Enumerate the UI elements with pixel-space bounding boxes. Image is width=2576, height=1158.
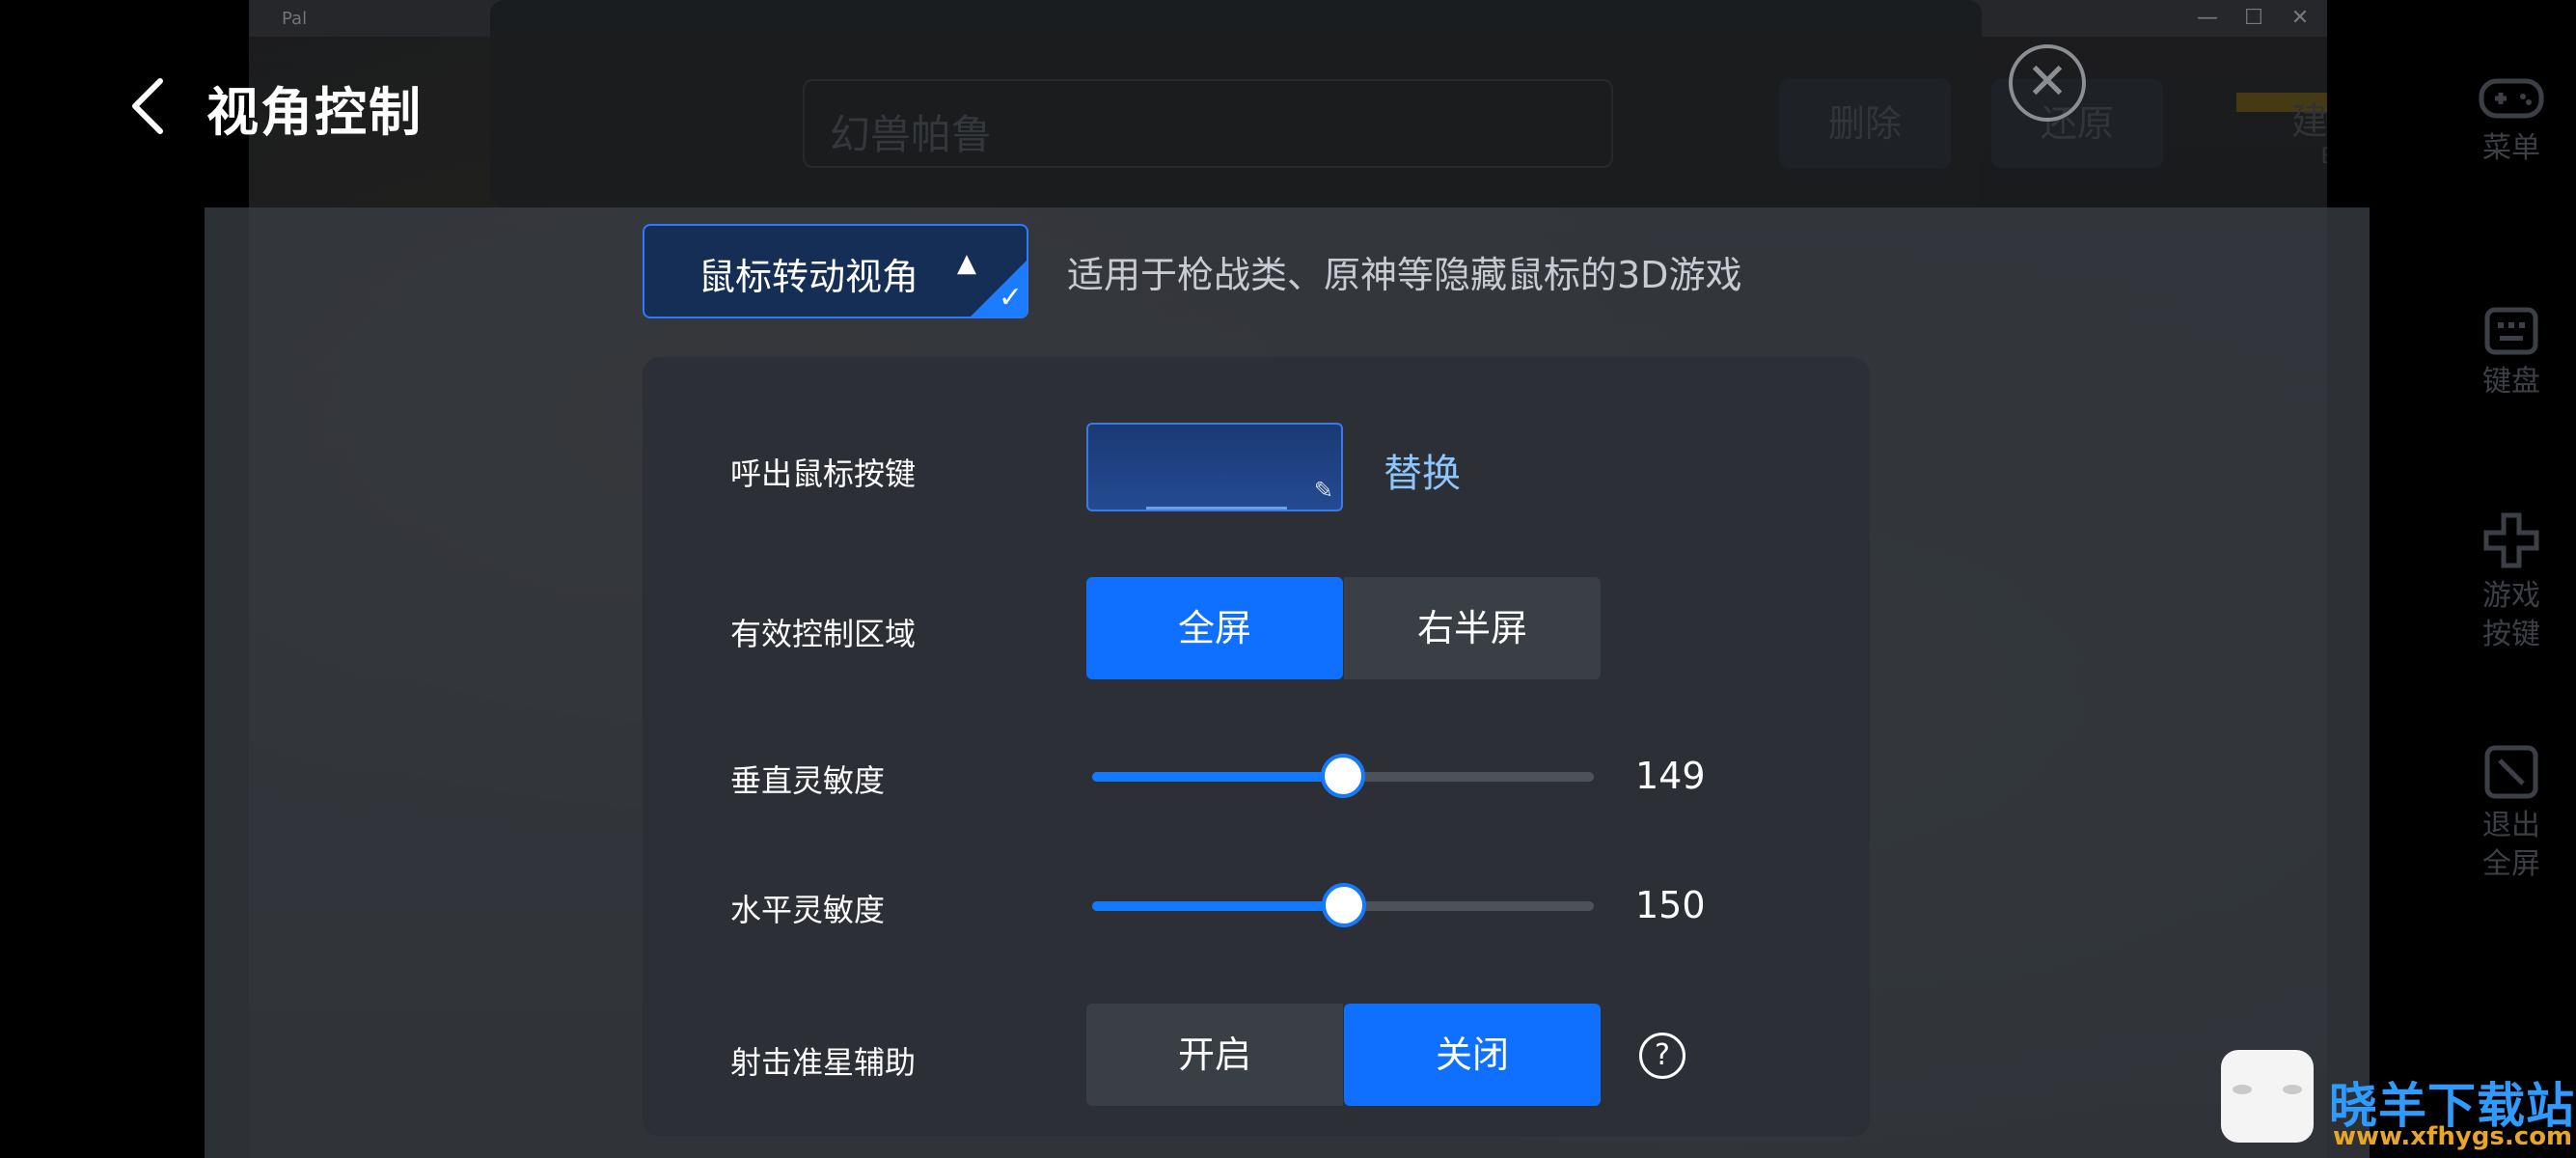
sidebar-label: 菜单: [2482, 131, 2540, 165]
dpad-icon: [2483, 512, 2539, 568]
sidebar-item-menu[interactable]: 菜单: [2447, 73, 2576, 168]
close-icon[interactable]: ✕: [2009, 44, 2086, 122]
watermark-logo: [2221, 1050, 2314, 1143]
slider-fill: [1092, 901, 1345, 911]
slider-thumb[interactable]: [1321, 754, 1365, 798]
background-name-field: 幻兽帕鲁: [803, 79, 1613, 168]
background-build-key: B: [2236, 145, 2327, 169]
vertical-sensitivity-label: 垂直灵敏度: [730, 762, 886, 799]
background-key-editor: 幻兽帕鲁 删除 还原: [490, 0, 2163, 207]
pencil-icon: ✎: [1313, 477, 1333, 504]
background-delete-button: 删除: [1779, 79, 1951, 168]
replace-button[interactable]: 替换: [1384, 442, 1461, 498]
right-sidebar: 菜单 键盘 游戏 按键 退出 全屏: [2447, 0, 2576, 1158]
close-window-icon: ✕: [2290, 6, 2310, 30]
watermark-logo-ear: [2283, 1085, 2302, 1094]
chevron-left-icon: [132, 78, 163, 134]
watermark-logo-ear: [2233, 1085, 2252, 1094]
aim-assist-label: 射击准星辅助: [730, 1044, 917, 1081]
mode-dropdown-value: 鼠标转动视角: [699, 256, 919, 298]
keyboard-icon: [2484, 307, 2538, 355]
question-circle-icon[interactable]: ?: [1639, 1033, 1685, 1079]
hotkey-label: 呼出鼠标按键: [730, 455, 917, 492]
area-fullscreen-option[interactable]: 全屏: [1086, 577, 1343, 679]
page-title: 视角控制: [206, 82, 423, 143]
control-area-label: 有效控制区域: [730, 616, 917, 652]
gamepad-icon: [2479, 78, 2544, 119]
hotkey-input-underline: [1146, 507, 1287, 510]
area-right-half-option[interactable]: 右半屏: [1344, 577, 1601, 679]
mode-dropdown[interactable]: 鼠标转动视角 ▲ ✓: [643, 224, 1028, 318]
slider-fill: [1092, 772, 1343, 782]
aim-assist-off-option[interactable]: 关闭: [1344, 1004, 1601, 1106]
sidebar-item-game-keys[interactable]: 游戏 按键: [2447, 511, 2576, 654]
background-build-label: 建造 B: [2236, 92, 2327, 169]
vertical-sensitivity-value: 149: [1635, 755, 1706, 797]
sidebar-label: 键盘: [2482, 365, 2540, 399]
background-build-text: 建造: [2290, 100, 2327, 143]
slider-thumb[interactable]: [1322, 883, 1367, 927]
watermark-url: www.xfhygs.com: [2333, 1122, 2573, 1151]
check-icon: ✓: [998, 281, 1023, 315]
back-button[interactable]: [118, 68, 179, 145]
sidebar-label: 游戏 按键: [2482, 579, 2540, 651]
sidebar-item-keyboard[interactable]: 键盘: [2447, 307, 2576, 401]
aim-assist-on-option[interactable]: 开启: [1086, 1004, 1343, 1106]
vertical-sensitivity-slider[interactable]: [1092, 754, 1594, 798]
horizontal-sensitivity-slider[interactable]: [1092, 883, 1594, 927]
mode-description: 适用于枪战类、原神等隐藏鼠标的3D游戏: [1067, 254, 1742, 296]
horizontal-sensitivity-label: 水平灵敏度: [730, 892, 886, 928]
background-name-value: 幻兽帕鲁: [830, 111, 993, 158]
sidebar-item-exit-fullscreen[interactable]: 退出 全屏: [2447, 745, 2576, 884]
exit-fullscreen-icon: [2484, 745, 2538, 799]
sidebar-label: 退出 全屏: [2482, 809, 2540, 881]
horizontal-sensitivity-value: 150: [1635, 884, 1706, 926]
hotkey-input[interactable]: ✎: [1086, 423, 1343, 511]
background-app-name: Pal: [282, 8, 308, 29]
